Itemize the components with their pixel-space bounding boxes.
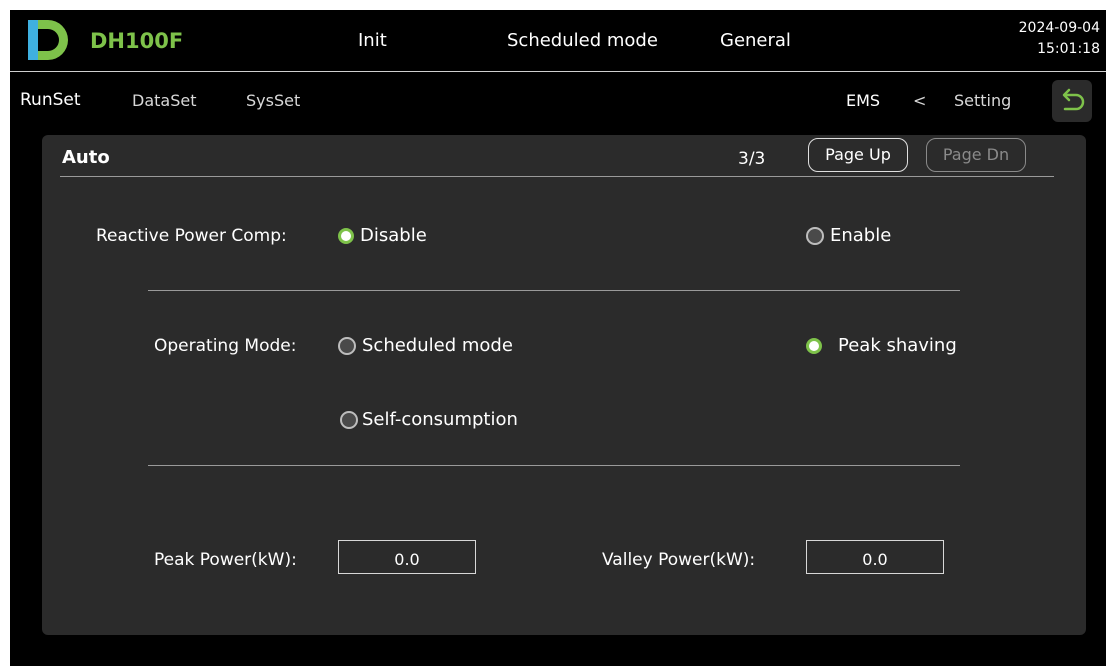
tab-sysset[interactable]: SysSet [246, 91, 300, 110]
peak-power-input[interactable]: 0.0 [338, 540, 476, 574]
radio-selected-icon [338, 227, 354, 244]
option-label: Peak shaving [838, 335, 957, 356]
brand-name: DH100F [90, 29, 184, 53]
valley-power-input[interactable]: 0.0 [806, 540, 944, 574]
reactive-enable-option[interactable]: Enable [806, 225, 891, 246]
title-divider [60, 176, 1054, 177]
option-label: Enable [830, 225, 892, 246]
section-divider [148, 465, 960, 466]
top-header: DH100F Init Scheduled mode General 2024-… [10, 10, 1106, 70]
header-divider [10, 71, 1106, 72]
page-up-button[interactable]: Page Up [808, 138, 908, 172]
section-divider [148, 290, 960, 291]
brand-logo-icon [28, 20, 68, 60]
radio-selected-icon [806, 337, 822, 354]
breadcrumb-ems[interactable]: EMS [846, 91, 880, 110]
reactive-disable-option[interactable]: Disable [338, 225, 427, 246]
status-init: Init [358, 30, 387, 51]
back-button[interactable] [1052, 80, 1092, 122]
peak-power-label: Peak Power(kW): [154, 550, 297, 570]
status-general: General [720, 30, 791, 51]
radio-unselected-icon [338, 336, 356, 355]
datetime: 2024-09-04 15:01:18 [1019, 18, 1100, 60]
reactive-power-label: Reactive Power Comp: [96, 226, 287, 246]
option-label: Self-consumption [362, 409, 518, 430]
time-text: 15:01:18 [1037, 41, 1100, 57]
page-down-button[interactable]: Page Dn [926, 138, 1026, 172]
breadcrumb-separator: < [913, 91, 927, 110]
operating-mode-label: Operating Mode: [154, 336, 297, 356]
tab-dataset[interactable]: DataSet [132, 91, 196, 110]
panel-title: Auto [62, 147, 110, 168]
mode-peak-shaving-option[interactable]: Peak shaving [806, 335, 957, 356]
mode-self-consumption-option[interactable]: Self-consumption [340, 409, 518, 430]
date-text: 2024-09-04 [1018, 20, 1100, 36]
tab-runset[interactable]: RunSet [20, 90, 81, 110]
option-label: Disable [360, 225, 427, 246]
radio-unselected-icon [340, 410, 358, 429]
page-indicator: 3/3 [738, 149, 766, 169]
mode-scheduled-option[interactable]: Scheduled mode [338, 335, 513, 356]
status-mode: Scheduled mode [507, 30, 658, 51]
breadcrumb-setting[interactable]: Setting [954, 91, 1011, 110]
option-label: Scheduled mode [362, 335, 513, 356]
return-arrow-icon [1062, 88, 1085, 111]
hmi-screen: DH100F Init Scheduled mode General 2024-… [10, 10, 1106, 666]
radio-unselected-icon [806, 226, 824, 245]
valley-power-label: Valley Power(kW): [602, 550, 756, 570]
settings-panel: Auto 3/3 Page Up Page Dn Reactive Power … [42, 135, 1086, 635]
